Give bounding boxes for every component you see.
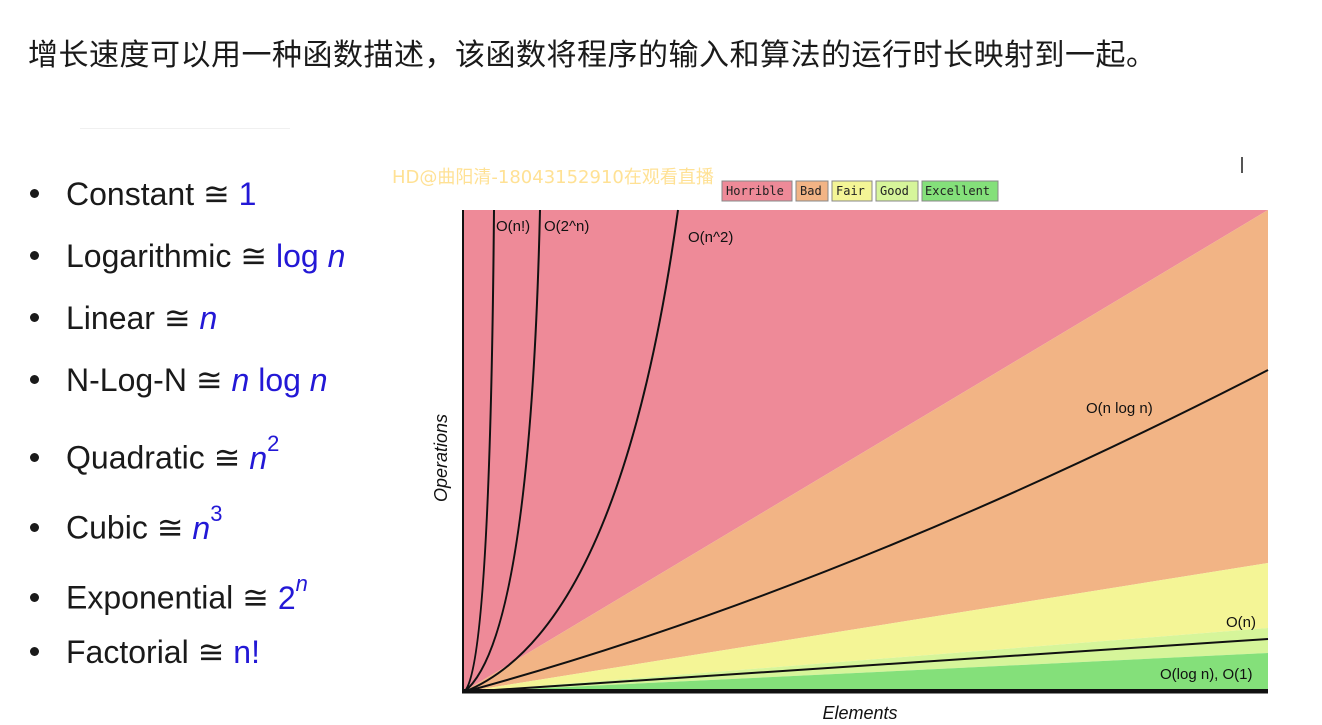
complexity-name: Logarithmic <box>66 238 232 274</box>
slide: 增长速度可以用一种函数描述，该函数将程序的输入和算法的运行时长映射到一起。 Co… <box>0 0 1322 725</box>
list-item: Quadratic ≅ n2 <box>30 428 279 476</box>
label-log-constant: O(log n), O(1) <box>1160 666 1253 683</box>
label-quadratic: O(n^2) <box>688 229 733 246</box>
chart-svg: O(n!) O(2^n) O(n^2) O(n log n) O(n) O(lo… <box>431 180 1269 723</box>
list-item: Constant ≅ 1 <box>30 172 256 216</box>
complexity-expression: log n <box>276 238 346 274</box>
legend-label-horrible: Horrible <box>726 184 784 198</box>
approx-icon: ≅ <box>195 362 223 398</box>
bullet-icon <box>30 592 39 602</box>
approx-icon: ≅ <box>213 439 241 476</box>
complexity-name: N-Log-N <box>66 362 187 398</box>
bullet-icon <box>30 313 39 323</box>
watermark: HD@曲阳清-18043152910在观看直播 <box>392 167 714 188</box>
approx-icon: ≅ <box>197 634 225 670</box>
complexity-name: Constant <box>66 176 195 212</box>
list-item: Linear ≅ n <box>30 296 217 340</box>
complexity-expression: n2 <box>249 431 280 476</box>
complexity-name: Exponential <box>66 579 234 616</box>
complexity-expression: 2n <box>277 571 308 616</box>
list-item: Logarithmic ≅ log n <box>30 234 345 278</box>
approx-icon: ≅ <box>156 509 184 546</box>
complexity-chart: O(n!) O(2^n) O(n^2) O(n log n) O(n) O(lo… <box>420 170 1300 725</box>
label-linear: O(n) <box>1226 614 1256 631</box>
bullet-icon <box>30 251 39 261</box>
complexity-expression: n log n <box>231 362 328 398</box>
list-item: Cubic ≅ n3 <box>30 498 222 546</box>
legend-label-bad: Bad <box>800 184 822 198</box>
approx-icon: ≅ <box>202 176 230 212</box>
bullet-icon <box>30 647 39 657</box>
x-axis-label: Elements <box>822 703 897 723</box>
label-exponential: O(2^n) <box>544 218 589 235</box>
complexity-name: Linear <box>66 300 155 336</box>
complexity-name: Quadratic <box>66 439 205 476</box>
legend-label-fair: Fair <box>836 184 865 198</box>
bullet-icon <box>30 452 39 462</box>
list-item: N-Log-N ≅ n log n <box>30 358 328 402</box>
label-factorial: O(n!) <box>496 218 530 235</box>
bullet-icon <box>30 189 39 199</box>
approx-icon: ≅ <box>240 238 268 274</box>
complexity-expression: n <box>199 300 218 336</box>
list-item: Factorial ≅ n! <box>30 630 260 674</box>
chart-legend: Horrible Bad Fair Good Excellent <box>721 180 999 202</box>
complexity-expression: 1 <box>238 176 257 212</box>
legend-label-good: Good <box>880 184 909 198</box>
label-nlogn: O(n log n) <box>1086 400 1153 417</box>
legend-label-excellent: Excellent <box>925 184 990 198</box>
complexity-name: Factorial <box>66 634 189 670</box>
list-item: Exponential ≅ 2n <box>30 568 308 616</box>
bullet-icon <box>30 522 39 532</box>
complexity-expression: n3 <box>192 501 223 546</box>
slide-heading: 增长速度可以用一种函数描述，该函数将程序的输入和算法的运行时长映射到一起。 <box>28 38 1157 73</box>
complexity-expression: n! <box>233 634 260 670</box>
approx-icon: ≅ <box>242 579 269 616</box>
divider <box>80 128 290 129</box>
y-axis-label: Operations <box>431 414 451 502</box>
text-cursor-icon <box>1241 157 1243 173</box>
bullet-icon <box>30 375 39 385</box>
complexity-name: Cubic <box>66 509 148 546</box>
approx-icon: ≅ <box>163 300 191 336</box>
